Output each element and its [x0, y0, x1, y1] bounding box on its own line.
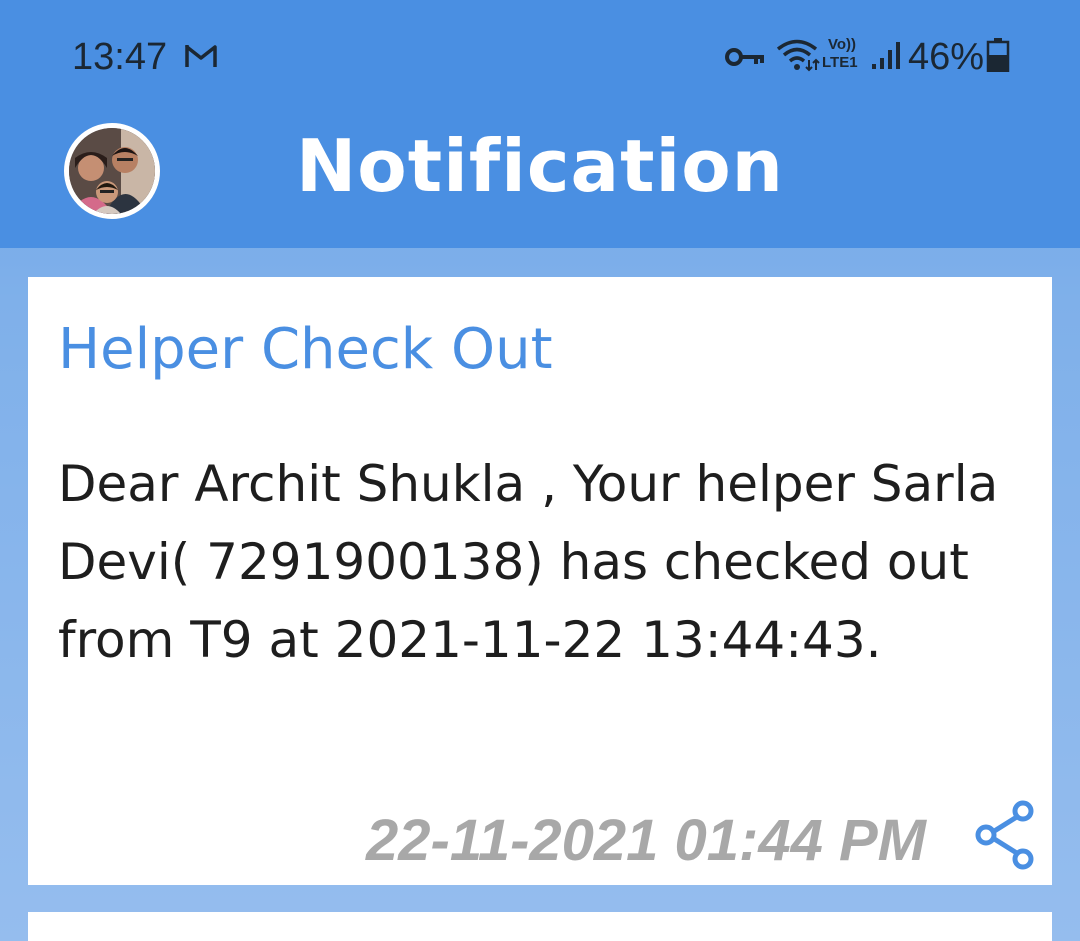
notification-date: 22-11-2021 01:44 PM	[366, 808, 926, 873]
notification-title: Helper Check Out	[58, 317, 553, 382]
battery-percent: 46%	[908, 36, 985, 78]
status-bar: 13:47 Vo)) LTE1 46%	[0, 0, 1080, 110]
wifi-icon	[776, 39, 820, 72]
battery-icon	[986, 38, 1010, 72]
key-icon	[725, 48, 764, 66]
notification-message: Dear Archit Shukla , Your helper Sarla D…	[58, 455, 999, 669]
volte-icon: Vo)) LTE1	[822, 36, 858, 71]
notification-card-next[interactable]	[28, 912, 1052, 941]
page-title: Notification	[296, 124, 784, 208]
notification-card[interactable]: Helper Check Out Dear Archit Shukla , Yo…	[28, 277, 1052, 885]
gmail-icon	[185, 45, 217, 67]
signal-icon	[872, 42, 900, 69]
share-icon[interactable]	[972, 799, 1038, 871]
status-time: 13:47	[72, 36, 168, 78]
